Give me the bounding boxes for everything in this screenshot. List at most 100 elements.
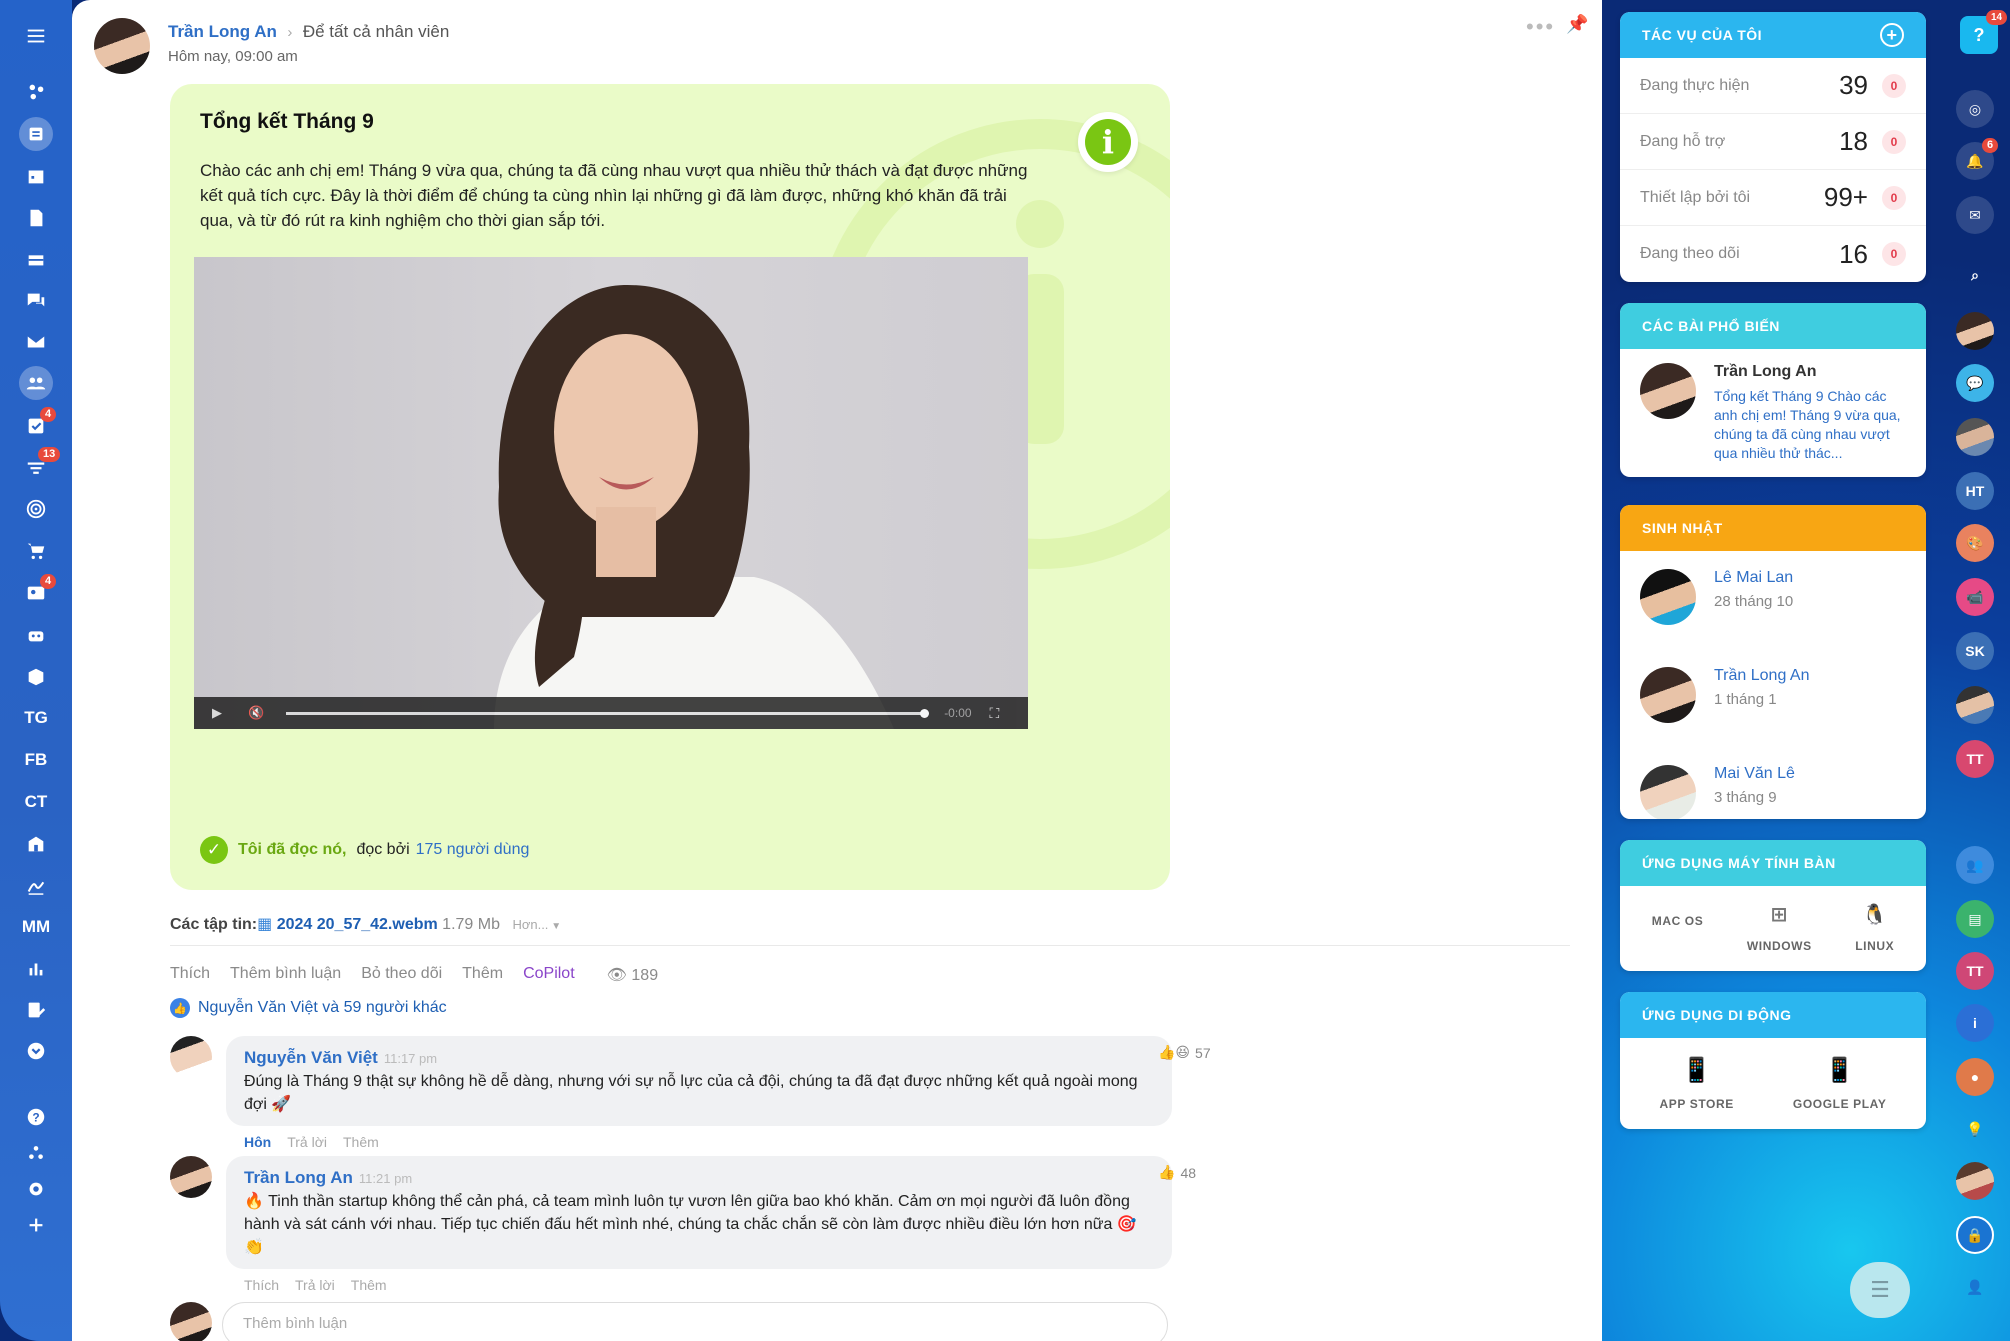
task-row[interactable]: Thiết lập bởi tôi 99+ 0 — [1620, 170, 1926, 226]
filter-icon[interactable]: 13 — [0, 447, 72, 485]
calendar-icon[interactable] — [0, 159, 72, 193]
signature-icon[interactable] — [0, 869, 72, 903]
contact-avatar[interactable] — [1956, 686, 1994, 724]
mail-icon[interactable] — [0, 325, 72, 359]
read-label[interactable]: Tôi đã đọc nó, — [238, 841, 346, 859]
post-audience[interactable]: Để tất cả nhân viên — [303, 22, 449, 41]
box-icon[interactable] — [0, 660, 72, 694]
newsfeed-icon[interactable] — [0, 117, 72, 151]
comment-avatar[interactable] — [170, 1156, 212, 1198]
menu-icon[interactable] — [0, 19, 72, 53]
comment-like[interactable]: Thích — [244, 1277, 279, 1293]
add-task-icon[interactable]: + — [1880, 23, 1904, 47]
check-icon[interactable]: ✓ — [200, 836, 228, 864]
share-icon[interactable] — [0, 1136, 72, 1170]
sidebar-item-ct[interactable]: CT — [0, 785, 72, 819]
fullscreen-icon[interactable]: ⛶ — [990, 705, 1000, 722]
target-icon[interactable] — [0, 492, 72, 526]
video-progress-track[interactable] — [286, 708, 930, 718]
document-icon[interactable] — [0, 201, 72, 235]
contact-initials[interactable]: HT — [1956, 472, 1994, 510]
info-button[interactable]: i — [1078, 112, 1138, 172]
comment-reply[interactable]: Trả lời — [287, 1134, 327, 1150]
sidebar-item-fb[interactable]: FB — [0, 743, 72, 777]
settings-icon[interactable] — [0, 1172, 72, 1206]
cart-icon[interactable] — [0, 534, 72, 568]
task-row[interactable]: Đang theo dõi 16 0 — [1620, 226, 1926, 282]
task-row[interactable]: Đang thực hiện 39 0 — [1620, 58, 1926, 114]
video-player[interactable]: ▶ 🔇 -0:00 ⛶ — [194, 257, 1028, 729]
contact-avatar[interactable] — [1956, 418, 1994, 456]
video-call-icon[interactable]: 📹 — [1956, 578, 1994, 616]
birthday-item[interactable]: Mai Văn Lê 3 tháng 9 — [1620, 737, 1926, 819]
app-windows[interactable]: ⊞ WINDOWS — [1747, 902, 1812, 953]
contact-initials[interactable]: SK — [1956, 632, 1994, 670]
birthday-item[interactable]: Trần Long An 1 tháng 1 — [1620, 639, 1926, 737]
google-play-link[interactable]: 📱 GOOGLE PLAY — [1793, 1056, 1887, 1111]
video-scrubber[interactable] — [920, 708, 930, 718]
sidebar-item-tg[interactable]: TG — [0, 701, 72, 735]
file-more[interactable]: Hơn... — [512, 917, 548, 932]
comment-more[interactable]: Thêm — [351, 1277, 387, 1293]
like-action[interactable]: Thích — [170, 965, 210, 985]
help-icon[interactable]: ? — [0, 1100, 72, 1134]
task-row[interactable]: Đang hỗ trợ 18 0 — [1620, 114, 1926, 170]
contact-avatar[interactable] — [1956, 1162, 1994, 1200]
lightbulb-icon[interactable]: 💡 — [1956, 1110, 1994, 1148]
read-users-link[interactable]: 175 người dùng — [416, 841, 530, 859]
app-store-link[interactable]: 📱 APP STORE — [1660, 1056, 1734, 1111]
comment-action[interactable]: Thêm bình luận — [230, 965, 341, 985]
inbox-icon[interactable] — [0, 242, 72, 276]
comment-avatar[interactable] — [170, 1036, 212, 1078]
copilot-action[interactable]: CoPilot — [523, 965, 575, 985]
edit-list-icon[interactable] — [0, 993, 72, 1027]
task-check-icon[interactable]: 4 — [0, 407, 72, 443]
chat-fab[interactable]: ☰ — [1850, 1262, 1910, 1318]
people-icon[interactable]: 👥 — [1956, 846, 1994, 884]
comment-like[interactable]: Hôn — [244, 1134, 271, 1150]
birthday-item[interactable]: Lê Mai Lan 28 tháng 10 — [1620, 551, 1926, 639]
add-comment-input[interactable]: Thêm bình luận — [222, 1302, 1168, 1341]
mute-icon[interactable]: 🔇 — [248, 705, 264, 721]
comment-reply[interactable]: Trả lời — [295, 1277, 335, 1293]
contact-initials[interactable]: TT — [1956, 740, 1994, 778]
more-dots-icon[interactable]: ••• — [1526, 14, 1555, 40]
search-icon[interactable]: ⌕ — [1956, 256, 1994, 294]
network-icon[interactable] — [0, 75, 72, 109]
sticker-icon[interactable]: ● — [1956, 1058, 1994, 1096]
palette-icon[interactable]: 🎨 — [1956, 524, 1994, 562]
likes-summary[interactable]: 👍 Nguyễn Văn Việt và 59 người khác — [170, 998, 447, 1018]
play-icon[interactable]: ▶ — [212, 705, 222, 721]
calculator-icon[interactable]: ▤ — [1956, 900, 1994, 938]
security-lock-icon[interactable]: 🔒 — [1956, 1216, 1994, 1254]
info-icon[interactable]: i — [1956, 1004, 1994, 1042]
chat-bubble-icon[interactable]: 💬 — [1956, 364, 1994, 402]
sidebar-item-mm[interactable]: MM — [0, 910, 72, 944]
group-icon[interactable] — [0, 366, 72, 400]
comment-more[interactable]: Thêm — [343, 1134, 379, 1150]
app-linux[interactable]: 🐧 LINUX — [1855, 902, 1894, 953]
building-icon[interactable] — [0, 827, 72, 861]
comment-reactions[interactable]: 👍😆 57 — [1158, 1044, 1211, 1061]
contact-avatar[interactable] — [1956, 312, 1994, 350]
comment-author[interactable]: Nguyễn Văn Việt — [244, 1048, 378, 1067]
robot-icon[interactable] — [0, 618, 72, 652]
bell-icon[interactable]: 🔔 6 — [1956, 138, 1999, 180]
app-macos[interactable]: MAC OS — [1652, 902, 1704, 953]
comment-reactions[interactable]: 👍 48 — [1158, 1164, 1196, 1181]
target-icon[interactable]: ◎ — [1956, 90, 1994, 128]
file-link[interactable]: 2024 20_57_42.webm — [277, 916, 438, 933]
pin-icon[interactable]: 📌 — [1566, 14, 1588, 35]
caret-down-icon[interactable]: ▼ — [548, 921, 561, 932]
more-action[interactable]: Thêm — [462, 965, 503, 985]
likers-text[interactable]: Nguyễn Văn Việt và 59 người khác — [198, 999, 447, 1017]
plus-icon[interactable] — [0, 1208, 72, 1242]
user-clock-icon[interactable]: 👤 — [1956, 1268, 1994, 1306]
contact-card-icon[interactable]: 4 — [0, 574, 72, 610]
chart-icon[interactable] — [0, 952, 72, 986]
popular-post-item[interactable]: Trần Long An Tổng kết Tháng 9 Chào các a… — [1620, 349, 1926, 477]
unfollow-action[interactable]: Bỏ theo dõi — [361, 965, 442, 985]
contact-initials[interactable]: TT — [1956, 952, 1994, 990]
comment-author[interactable]: Trần Long An — [244, 1168, 353, 1187]
chevron-circle-icon[interactable] — [0, 1034, 72, 1068]
